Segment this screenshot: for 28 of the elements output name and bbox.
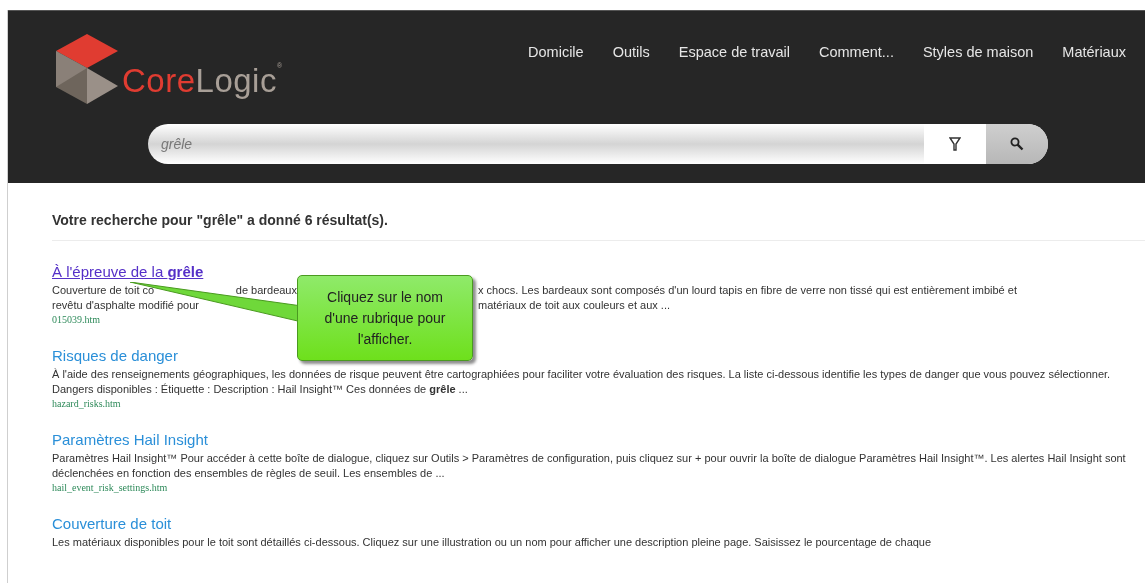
nav-link[interactable]: Espace de travail bbox=[678, 44, 790, 60]
result-link[interactable]: Risques de danger bbox=[52, 347, 178, 365]
result-snippet: revêtu d'asphalte modifié pour bbox=[52, 298, 200, 313]
nav-link[interactable]: Comment... bbox=[818, 44, 894, 60]
nav-link[interactable]: Outils bbox=[612, 44, 650, 60]
result-snippet: Les matériaux disponibles pour le toit sont détaillés ci-dessous. Cliquez sur une illustration ou un nom pour afficher une description pleine page. Saisissez le pourcentage de chaque bbox=[52, 535, 933, 550]
result-snippet: Couverture de toit co bbox=[52, 283, 155, 298]
nav-link[interactable]: Styles de maison bbox=[922, 44, 1034, 60]
filter-button[interactable] bbox=[924, 124, 986, 164]
result-link[interactable]: À l'épreuve de la grêle bbox=[52, 263, 204, 281]
tooltip-callout: Cliquez sur le nom d'une rubrique pour l'afficher. bbox=[297, 275, 473, 361]
filter-icon bbox=[949, 137, 961, 151]
cube-logo-icon bbox=[56, 34, 118, 104]
results-summary: Votre recherche pour "grêle" a donné 6 résultat(s). bbox=[52, 212, 389, 228]
result-snippet: x chocs. Les bardeaux sont composés d'un lourd tapis en fibre de verre non tissé qui est entièrement imbibé et bbox=[478, 283, 1018, 298]
search-button[interactable] bbox=[986, 124, 1048, 164]
search-icon bbox=[1010, 137, 1024, 151]
result-link[interactable]: Couverture de toit bbox=[52, 515, 172, 533]
result-snippet: À l'aide des renseignements géographiques, les données de risque peuvent être cartographiées pour faciliter votre évaluation des risques. La liste ci-dessous identifie les types de danger que vous pouvez sélectionner. Dangers disponibles : Étiquette : Description : Hail Insight™ Ces données de grêle ... bbox=[52, 367, 1112, 397]
result-snippet: Paramètres Hail Insight™ Pour accéder à cette boîte de dialogue, cliquez sur Outils > Paramètres de configuration, puis cliquez sur + pour ouvrir la boîte de dialogue Paramètres Hail Insight™. Les alertes Hail Insight sont déclenchées en fonction des ensembles de règles de seuil. Les ensembles de ... bbox=[52, 451, 1127, 481]
result-url: hail_event_risk_settings.htm bbox=[52, 481, 168, 495]
result-snippet: de bardeaux bbox=[235, 283, 297, 298]
nav-link[interactable]: Matériaux bbox=[1062, 44, 1126, 60]
result-snippet: matériaux de toit aux couleurs et aux ... bbox=[478, 298, 671, 313]
nav-link[interactable]: Domicile bbox=[528, 44, 584, 60]
result-url: hazard_risks.htm bbox=[52, 397, 121, 411]
brand-name: CoreLogic$^{®}$ bbox=[122, 62, 283, 100]
result-url: 015039.htm bbox=[52, 313, 101, 327]
